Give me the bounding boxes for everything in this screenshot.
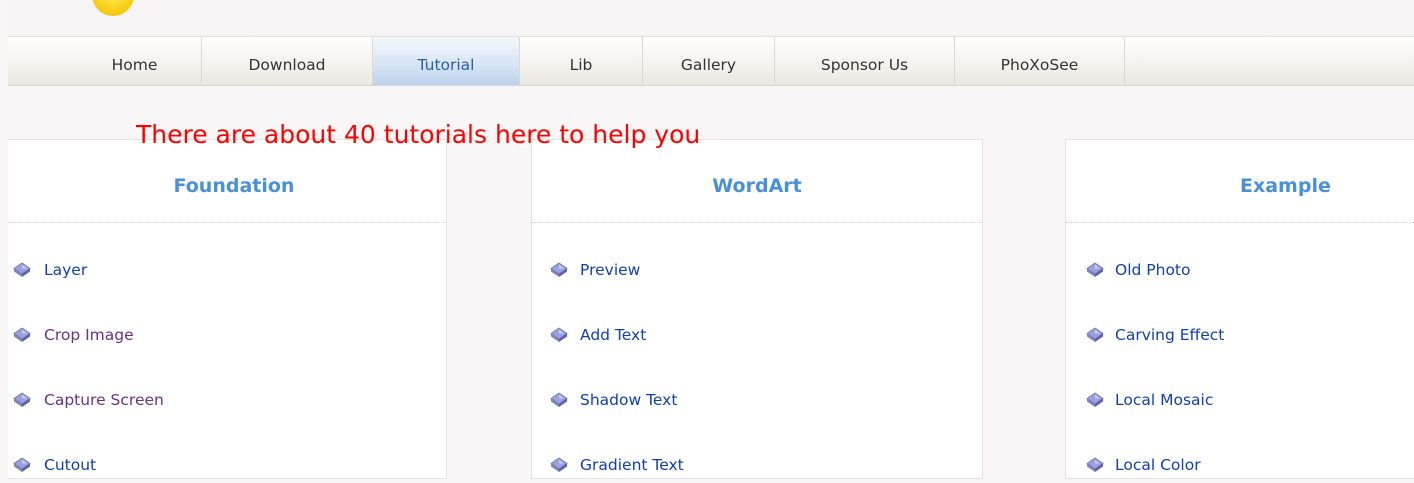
tutorial-link-local-color[interactable]: Local Color bbox=[1115, 456, 1201, 474]
nav-home[interactable]: Home bbox=[8, 37, 202, 85]
list-item: Gradient Text bbox=[532, 418, 982, 483]
column-header: Example bbox=[1066, 140, 1414, 223]
page-headline: There are about 40 tutorials here to hel… bbox=[136, 120, 701, 149]
diamond-bullet-icon bbox=[13, 392, 31, 407]
diamond-bullet-icon bbox=[13, 457, 31, 472]
tutorial-link-crop-image[interactable]: Crop Image bbox=[44, 326, 134, 344]
sun-logo-icon[interactable] bbox=[92, 0, 134, 16]
list-item: Carving Effect bbox=[1066, 288, 1414, 353]
tutorial-link-cutout[interactable]: Cutout bbox=[44, 456, 96, 474]
list-item: Layer bbox=[8, 223, 446, 288]
column-example: Example Old Photo Carving Effect Local M… bbox=[1065, 139, 1414, 479]
nav-sponsor-us-label: Sponsor Us bbox=[820, 56, 909, 74]
nav-tutorial[interactable]: Tutorial bbox=[373, 37, 520, 85]
nav-lib[interactable]: Lib bbox=[520, 37, 643, 85]
diamond-bullet-icon bbox=[1086, 262, 1104, 277]
list-item: Old Photo bbox=[1066, 223, 1414, 288]
diamond-bullet-icon bbox=[550, 457, 568, 472]
list-item: Capture Screen bbox=[8, 353, 446, 418]
nav-phoxosee[interactable]: PhoXoSee bbox=[955, 37, 1125, 85]
diamond-bullet-icon bbox=[13, 262, 31, 277]
diamond-bullet-icon bbox=[550, 327, 568, 342]
column-foundation: Foundation Layer Crop Image Capture Scre… bbox=[8, 139, 447, 479]
list-item: Shadow Text bbox=[532, 353, 982, 418]
nav-tutorial-label: Tutorial bbox=[417, 56, 475, 74]
nav-home-label: Home bbox=[111, 56, 158, 74]
tutorial-link-layer[interactable]: Layer bbox=[44, 261, 87, 279]
diamond-bullet-icon bbox=[1086, 327, 1104, 342]
tutorial-link-local-mosaic[interactable]: Local Mosaic bbox=[1115, 391, 1213, 409]
column-wordart: WordArt Preview Add Text Shadow Text Gra… bbox=[531, 139, 983, 479]
tutorial-link-capture-screen[interactable]: Capture Screen bbox=[44, 391, 164, 409]
nav-download[interactable]: Download bbox=[202, 37, 373, 85]
diamond-bullet-icon bbox=[1086, 392, 1104, 407]
tutorial-list: Old Photo Carving Effect Local Mosaic Lo… bbox=[1066, 223, 1414, 483]
column-title: Example bbox=[1240, 175, 1331, 197]
column-title: Foundation bbox=[173, 175, 295, 197]
diamond-bullet-icon bbox=[1086, 457, 1104, 472]
column-header: Foundation bbox=[8, 140, 446, 223]
main-navigation: Home Download Tutorial Lib Gallery Spons… bbox=[8, 36, 1414, 86]
nav-phoxosee-label: PhoXoSee bbox=[1000, 56, 1079, 74]
list-item: Add Text bbox=[532, 288, 982, 353]
nav-gallery-label: Gallery bbox=[680, 56, 737, 74]
diamond-bullet-icon bbox=[550, 392, 568, 407]
tutorial-link-add-text[interactable]: Add Text bbox=[580, 326, 646, 344]
list-item: Local Mosaic bbox=[1066, 353, 1414, 418]
diamond-bullet-icon bbox=[550, 262, 568, 277]
tutorial-list: Preview Add Text Shadow Text Gradient Te… bbox=[532, 223, 982, 483]
nav-sponsor-us[interactable]: Sponsor Us bbox=[775, 37, 955, 85]
nav-download-label: Download bbox=[248, 56, 326, 74]
list-item: Crop Image bbox=[8, 288, 446, 353]
diamond-bullet-icon bbox=[13, 327, 31, 342]
column-title: WordArt bbox=[712, 175, 802, 197]
tutorial-link-preview[interactable]: Preview bbox=[580, 261, 640, 279]
tutorial-link-shadow-text[interactable]: Shadow Text bbox=[580, 391, 677, 409]
list-item: Preview bbox=[532, 223, 982, 288]
list-item: Local Color bbox=[1066, 418, 1414, 483]
list-item: Cutout bbox=[8, 418, 446, 483]
top-banner bbox=[8, 0, 1414, 36]
nav-gallery[interactable]: Gallery bbox=[643, 37, 775, 85]
column-header: WordArt bbox=[532, 140, 982, 223]
tutorial-link-old-photo[interactable]: Old Photo bbox=[1115, 261, 1191, 279]
tutorial-link-gradient-text[interactable]: Gradient Text bbox=[580, 456, 684, 474]
tutorial-link-carving-effect[interactable]: Carving Effect bbox=[1115, 326, 1224, 344]
tutorial-list: Layer Crop Image Capture Screen Cutout bbox=[8, 223, 446, 483]
nav-lib-label: Lib bbox=[569, 56, 593, 74]
